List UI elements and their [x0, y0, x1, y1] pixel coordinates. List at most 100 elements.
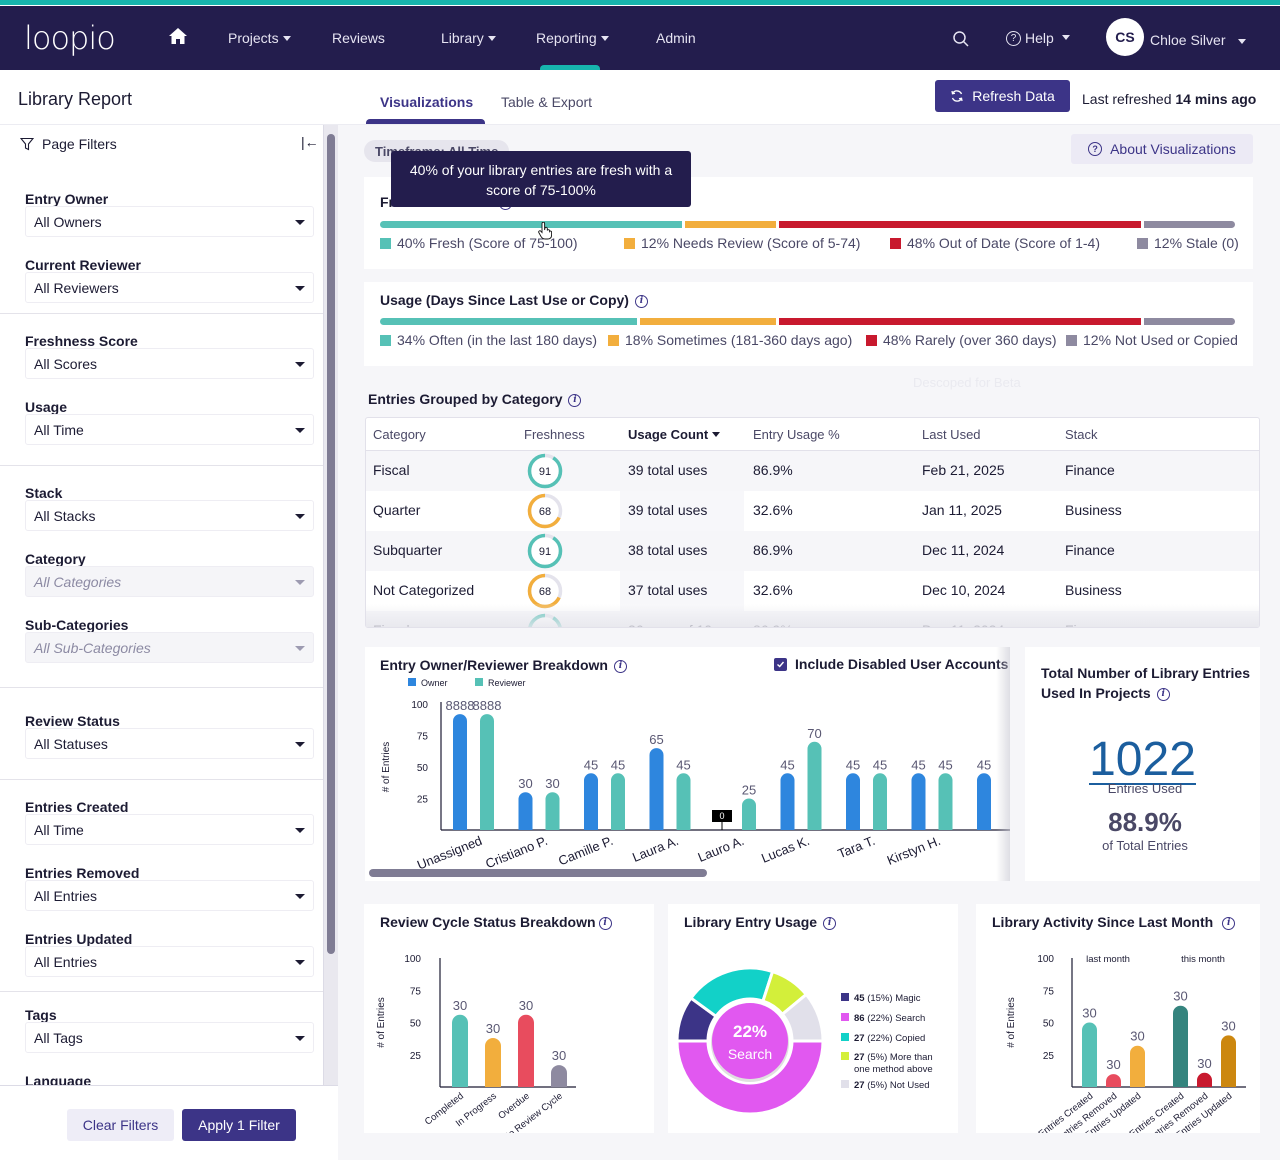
info-icon[interactable]: i — [634, 294, 648, 308]
chart-horizontal-scrollbar[interactable] — [369, 869, 707, 877]
chevron-down-icon — [295, 646, 305, 651]
bar-reviewer-camille-p — [611, 773, 625, 830]
avatar[interactable]: CS — [1106, 18, 1144, 56]
filter-group-divider — [0, 687, 324, 688]
info-icon[interactable]: i — [1156, 687, 1170, 701]
table-row[interactable]: Quarter 39 total uses 32.6% Jan 11, 2025 Bus… — [366, 491, 1259, 531]
home-icon[interactable] — [168, 26, 188, 46]
entries-used-count[interactable]: 1022 — [1025, 732, 1260, 787]
column-header-stack[interactable]: Stack — [1065, 427, 1098, 442]
bar-reviewer-laura-a — [676, 773, 691, 830]
chevron-down-icon — [295, 514, 305, 519]
nav-reporting[interactable]: Reporting — [536, 30, 609, 46]
help-menu[interactable]: ? Help — [1006, 30, 1070, 46]
filter-select-current-reviewer[interactable]: All Reviewers — [25, 272, 314, 303]
refresh-data-button[interactable]: Refresh Data — [935, 80, 1070, 112]
usage-segment-3[interactable] — [1144, 318, 1235, 325]
nav-projects[interactable]: Projects — [228, 30, 291, 46]
tab-table-export[interactable]: Table & Export — [501, 94, 592, 110]
user-menu-chevron-icon[interactable] — [1238, 39, 1246, 44]
filter-select-entries-removed[interactable]: All Entries — [25, 880, 314, 911]
filter-select-usage[interactable]: All Time — [25, 414, 314, 445]
table-row[interactable]: Subquarter 38 total uses 86.9% Dec 11, 2024… — [366, 531, 1259, 571]
legend-label: 34% Often (in the last 180 days) — [397, 332, 597, 348]
group-label: last month — [1086, 954, 1130, 965]
filter-select-freshness-score[interactable]: All Scores — [25, 348, 314, 379]
entry-usage-donut-chart: 22%Search45 (15%) Magic86 (22%) Search27… — [675, 966, 933, 1116]
usage-segment-1[interactable] — [639, 318, 776, 325]
nav-library[interactable]: Library — [441, 30, 496, 46]
filter-select-stack[interactable]: All Stacks — [25, 500, 314, 531]
column-header-last-used[interactable]: Last Used — [922, 427, 981, 442]
clear-filters-button[interactable]: Clear Filters — [67, 1109, 174, 1141]
usage-legend: 34% Often (in the last 180 days) 18% Some… — [380, 332, 1238, 352]
legend-label-not-used: 27 (5%) Not Used — [854, 1080, 930, 1091]
freshness-segment-0[interactable] — [380, 221, 683, 228]
filter-value: All Entries — [34, 888, 98, 904]
chevron-down-icon — [487, 35, 496, 41]
filter-select-tags[interactable]: All Tags — [25, 1022, 314, 1053]
legend-count: 45 — [854, 993, 865, 1004]
x-tick-label: Laura A. — [630, 833, 681, 865]
bar-value-label: 45 — [676, 757, 690, 772]
bar-value-label: 30 — [1197, 1056, 1211, 1071]
usage-segment-2[interactable] — [778, 318, 1142, 325]
bar-value-label: 30 — [486, 1021, 500, 1036]
freshness-legend-item: 48% Out of Date (Score of 1-4) — [890, 235, 1100, 251]
apply-filter-button[interactable]: Apply 1 Filter — [182, 1109, 296, 1141]
legend-text: (22%) Copied — [865, 1033, 926, 1044]
freshness-score: 68 — [539, 506, 551, 518]
filter-label-current-reviewer: Current Reviewer — [25, 257, 141, 273]
usage-card: Usage (Days Since Last Use or Copy) i 34%… — [364, 282, 1253, 366]
nav-reviews[interactable]: Reviews — [332, 30, 385, 46]
freshness-segment-2[interactable] — [778, 221, 1142, 228]
cell-stack: Business — [1065, 582, 1122, 598]
info-icon[interactable]: i — [568, 393, 582, 407]
bar-owner-camille-p — [584, 773, 598, 830]
user-name[interactable]: Chloe Silver — [1150, 32, 1225, 48]
bar-no-review-cycle — [551, 1065, 567, 1087]
about-visualizations-button[interactable]: ? About Visualizations — [1071, 134, 1253, 164]
legend-label-search: 86 (22%) Search — [854, 1013, 925, 1024]
donut-center-label: Search — [728, 1046, 772, 1062]
loopio-logo[interactable]: loopio — [24, 19, 116, 57]
usage-segment-0[interactable] — [380, 318, 637, 325]
freshness-legend-item: 12% Needs Review (Score of 5-74) — [624, 235, 860, 251]
collapse-sidebar-icon[interactable]: |← — [301, 134, 319, 150]
column-header-entry-usage[interactable]: Entry Usage % — [753, 427, 840, 442]
column-header-category[interactable]: Category — [373, 427, 426, 442]
bar-reviewer-lucas-k — [807, 741, 822, 830]
bar-reviewer-kirstyn-h — [938, 773, 953, 830]
filter-select-sub-categories[interactable]: All Sub-Categories — [25, 632, 314, 663]
filter-select-category[interactable]: All Categories — [25, 566, 314, 597]
usage-legend-item: 18% Sometimes (181-360 days ago) — [608, 332, 852, 348]
bar-reviewer-cristiano-p — [545, 792, 560, 830]
filter-select-review-status[interactable]: All Statuses — [25, 728, 314, 759]
usage-title: Usage (Days Since Last Use or Copy) i — [380, 292, 648, 308]
column-header-usage-count[interactable]: Usage Count — [628, 427, 721, 442]
legend-swatch-copied — [841, 1033, 849, 1041]
nav-admin[interactable]: Admin — [656, 30, 696, 46]
legend-count: 27 — [854, 1080, 865, 1091]
bar-owner-lucas-k — [780, 773, 795, 830]
bar-last-month-entries-created — [1082, 1022, 1097, 1087]
sidebar-scrollbar-thumb[interactable] — [327, 134, 335, 954]
tab-visualizations[interactable]: Visualizations — [380, 94, 473, 110]
legend-swatch-magic — [841, 993, 849, 1001]
column-header-freshness[interactable]: Freshness — [524, 427, 585, 442]
filter-select-entry-owner[interactable]: All Owners — [25, 206, 314, 237]
filter-select-entries-created[interactable]: All Time — [25, 814, 314, 845]
freshness-legend: 40% Fresh (Score of 75-100) 12% Needs Rev… — [380, 235, 1239, 255]
main-content: Timeframe: All Time ?About Visualization… — [338, 125, 1280, 1160]
filter-select-entries-updated[interactable]: All Entries — [25, 946, 314, 977]
legend-swatch — [1137, 237, 1148, 249]
legend-label-copied: 27 (22%) Copied — [854, 1033, 925, 1044]
filter-label-category: Category — [25, 551, 86, 567]
y-tick-label: 25 — [1043, 1051, 1055, 1062]
search-icon[interactable] — [952, 30, 970, 48]
table-row[interactable]: Fiscal 39 total uses 86.9% Feb 21, 2025 Fina… — [366, 451, 1259, 491]
freshness-segment-1[interactable] — [685, 221, 776, 228]
freshness-segment-3[interactable] — [1144, 221, 1235, 228]
x-tick-label: Tara T. — [836, 833, 878, 861]
group-label: this month — [1181, 954, 1225, 965]
